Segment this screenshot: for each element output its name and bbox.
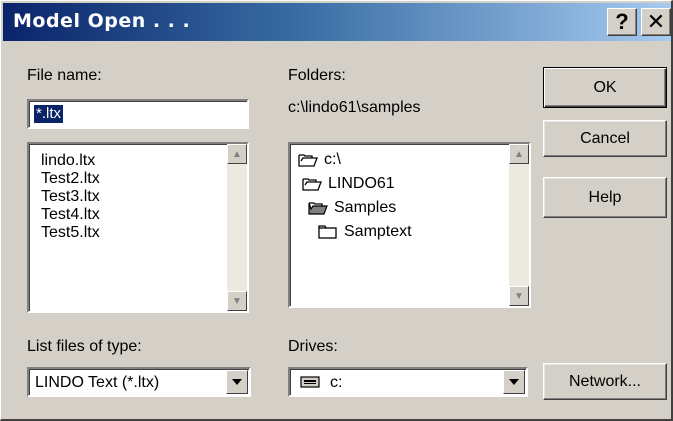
file-name-value: *.ltx <box>34 105 64 123</box>
window-title: Model Open . . . <box>13 10 191 32</box>
open-folder-selected-icon <box>308 202 328 215</box>
folder-item-root[interactable]: c:\ <box>298 150 341 170</box>
dropdown-arrow-button[interactable] <box>503 370 525 394</box>
chevron-down-icon <box>509 379 519 385</box>
network-button[interactable]: Network... <box>543 363 667 400</box>
folder-name: LINDO61 <box>328 175 395 192</box>
folder-item-lindo61[interactable]: LINDO61 <box>302 174 395 194</box>
scroll-up-icon[interactable]: ▲ <box>509 144 529 164</box>
drives-label: Drives: <box>288 338 338 355</box>
folder-name: Samptext <box>344 223 412 240</box>
file-name-input[interactable]: *.ltx <box>27 99 249 129</box>
close-icon: ✕ <box>646 9 666 34</box>
question-mark-icon: ? <box>615 9 629 34</box>
chevron-down-icon <box>232 379 242 385</box>
cancel-button[interactable]: Cancel <box>543 120 667 157</box>
help-button[interactable]: Help <box>543 177 667 218</box>
list-item[interactable]: lindo.ltx <box>41 152 95 170</box>
scroll-down-icon[interactable]: ▼ <box>227 291 247 311</box>
folders-label: Folders: <box>288 67 346 84</box>
folder-name: c:\ <box>324 151 341 168</box>
title-bar[interactable]: Model Open . . . ? ✕ <box>3 3 671 41</box>
folder-item-samptext[interactable]: Samptext <box>318 222 412 242</box>
dropdown-arrow-button[interactable] <box>226 370 248 394</box>
current-path: c:\lindo61\samples <box>288 99 421 116</box>
title-help-button[interactable]: ? <box>607 8 637 36</box>
drive-value: c: <box>330 374 343 391</box>
file-type-dropdown[interactable]: LINDO Text (*.ltx) <box>27 367 251 397</box>
drive-icon <box>300 376 320 388</box>
folder-tree-scrollbar[interactable]: ▲ ▼ <box>509 144 529 306</box>
open-folder-icon <box>302 178 322 191</box>
file-list-scrollbar[interactable]: ▲ ▼ <box>227 144 247 311</box>
title-close-button[interactable]: ✕ <box>641 8 671 36</box>
folder-item-samples[interactable]: Samples <box>308 198 396 218</box>
file-type-label: List files of type: <box>27 338 142 355</box>
drives-dropdown[interactable]: c: <box>288 367 528 397</box>
list-item[interactable]: Test5.ltx <box>41 224 100 242</box>
scroll-down-icon[interactable]: ▼ <box>509 286 529 306</box>
list-item[interactable]: Test4.ltx <box>41 206 100 224</box>
ok-button[interactable]: OK <box>543 67 667 108</box>
file-type-value: LINDO Text (*.ltx) <box>35 374 160 391</box>
list-item[interactable]: Test3.ltx <box>41 188 100 206</box>
open-folder-icon <box>298 154 318 167</box>
list-item[interactable]: Test2.ltx <box>41 170 100 188</box>
file-list[interactable]: lindo.ltx Test2.ltx Test3.ltx Test4.ltx … <box>27 142 249 313</box>
file-name-label: File name: <box>27 67 102 84</box>
closed-folder-icon <box>318 225 337 239</box>
model-open-dialog: Model Open . . . ? ✕ File name: *.ltx li… <box>0 0 673 421</box>
folder-tree[interactable]: c:\ LINDO61 Samples Samptext ▲ ▼ <box>288 142 531 308</box>
folder-name: Samples <box>334 199 397 216</box>
scroll-up-icon[interactable]: ▲ <box>227 144 247 164</box>
